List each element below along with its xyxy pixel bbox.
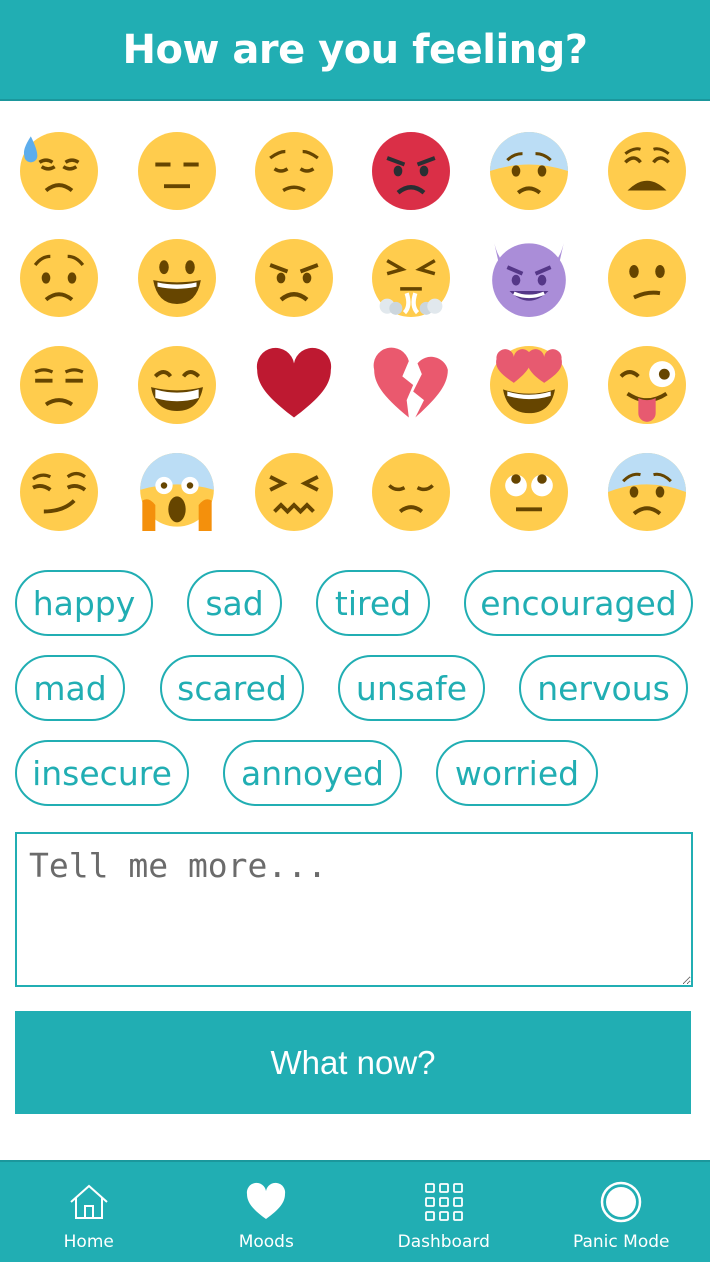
pouting-red-icon[interactable] xyxy=(372,132,450,210)
confounded-icon[interactable] xyxy=(255,453,333,531)
heart-eyes-icon[interactable] xyxy=(490,346,568,424)
smiley-icon[interactable] xyxy=(138,239,216,317)
mood-chip-unsafe[interactable]: unsafe xyxy=(338,655,485,721)
smirk-icon[interactable] xyxy=(20,453,98,531)
nav-label-home: Home xyxy=(63,1232,114,1252)
smiling-imp-icon[interactable] xyxy=(490,239,568,317)
mood-chip-happy[interactable]: happy xyxy=(15,570,153,636)
downcast-sweat-icon[interactable] xyxy=(20,132,98,210)
disappointed-icon[interactable] xyxy=(372,453,450,531)
fearful-icon[interactable] xyxy=(608,453,686,531)
broken-heart-icon[interactable] xyxy=(372,346,450,424)
mood-chip-tired[interactable]: tired xyxy=(316,570,430,636)
pensive-icon[interactable] xyxy=(255,132,333,210)
nav-item-dashboard[interactable]: Dashboard xyxy=(355,1162,533,1262)
mood-chip-encouraged[interactable]: encouraged xyxy=(464,570,693,636)
angry-icon[interactable] xyxy=(255,239,333,317)
nav-label-moods: Moods xyxy=(238,1232,294,1252)
confused-icon[interactable] xyxy=(608,239,686,317)
app-header: How are you feeling? xyxy=(0,0,710,101)
mood-chip-nervous[interactable]: nervous xyxy=(519,655,688,721)
grin-icon[interactable] xyxy=(138,346,216,424)
nav-label-panic-mode: Panic Mode xyxy=(573,1232,670,1252)
nav-item-moods[interactable]: Moods xyxy=(178,1162,356,1262)
unamused-icon[interactable] xyxy=(20,346,98,424)
emoji-grid xyxy=(0,112,710,542)
nav-label-dashboard: Dashboard xyxy=(397,1232,490,1252)
eye-roll-icon[interactable] xyxy=(490,453,568,531)
tell-me-more-field[interactable] xyxy=(15,832,693,987)
mood-chip-scared[interactable]: scared xyxy=(160,655,304,721)
red-heart-icon[interactable] xyxy=(255,346,333,424)
scream-icon[interactable] xyxy=(138,453,216,531)
mood-chip-annoyed[interactable]: annoyed xyxy=(223,740,402,806)
grid-icon xyxy=(424,1183,463,1221)
worried-icon[interactable] xyxy=(20,239,98,317)
page-title: How are you feeling? xyxy=(122,26,588,73)
bottom-nav: Home Moods Dashboard Panic Mode xyxy=(0,1160,710,1262)
weary-icon[interactable] xyxy=(608,132,686,210)
triumph-steam-icon[interactable] xyxy=(372,239,450,317)
anxious-cold-icon[interactable] xyxy=(490,132,568,210)
expressionless-icon[interactable] xyxy=(138,132,216,210)
mood-chip-worried[interactable]: worried xyxy=(436,740,598,806)
mood-chip-mad[interactable]: mad xyxy=(15,655,125,721)
nav-item-home[interactable]: Home xyxy=(0,1162,178,1262)
mood-chip-sad[interactable]: sad xyxy=(187,570,282,636)
home-icon xyxy=(70,1184,108,1219)
what-now-button[interactable]: What now? xyxy=(15,1011,691,1114)
heart-icon xyxy=(247,1182,286,1219)
winking-tongue-icon[interactable] xyxy=(608,346,686,424)
panic-circle-icon xyxy=(601,1181,642,1223)
nav-item-panic-mode[interactable]: Panic Mode xyxy=(533,1162,710,1262)
mood-chip-insecure[interactable]: insecure xyxy=(15,740,189,806)
